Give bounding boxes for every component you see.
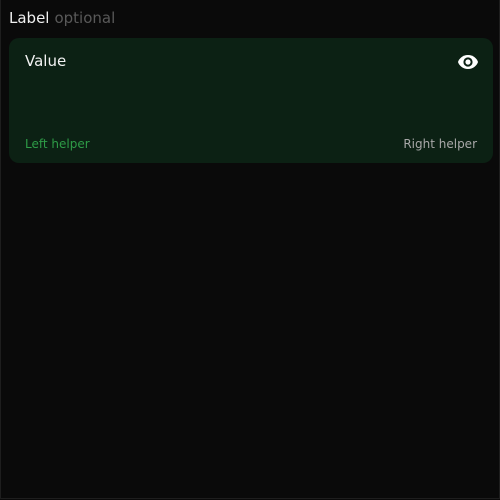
visibility-toggle-button[interactable]	[456, 50, 480, 74]
eye-icon	[458, 55, 478, 69]
right-helper-text: Right helper	[403, 137, 477, 151]
field-value[interactable]: Value	[25, 51, 66, 71]
field-label-text: Label	[9, 9, 50, 27]
left-helper-text: Left helper	[25, 137, 90, 151]
field-label: Label optional	[9, 8, 115, 28]
text-field[interactable]: Value Left helper Right helper	[9, 38, 493, 163]
optional-indicator: optional	[54, 9, 116, 27]
